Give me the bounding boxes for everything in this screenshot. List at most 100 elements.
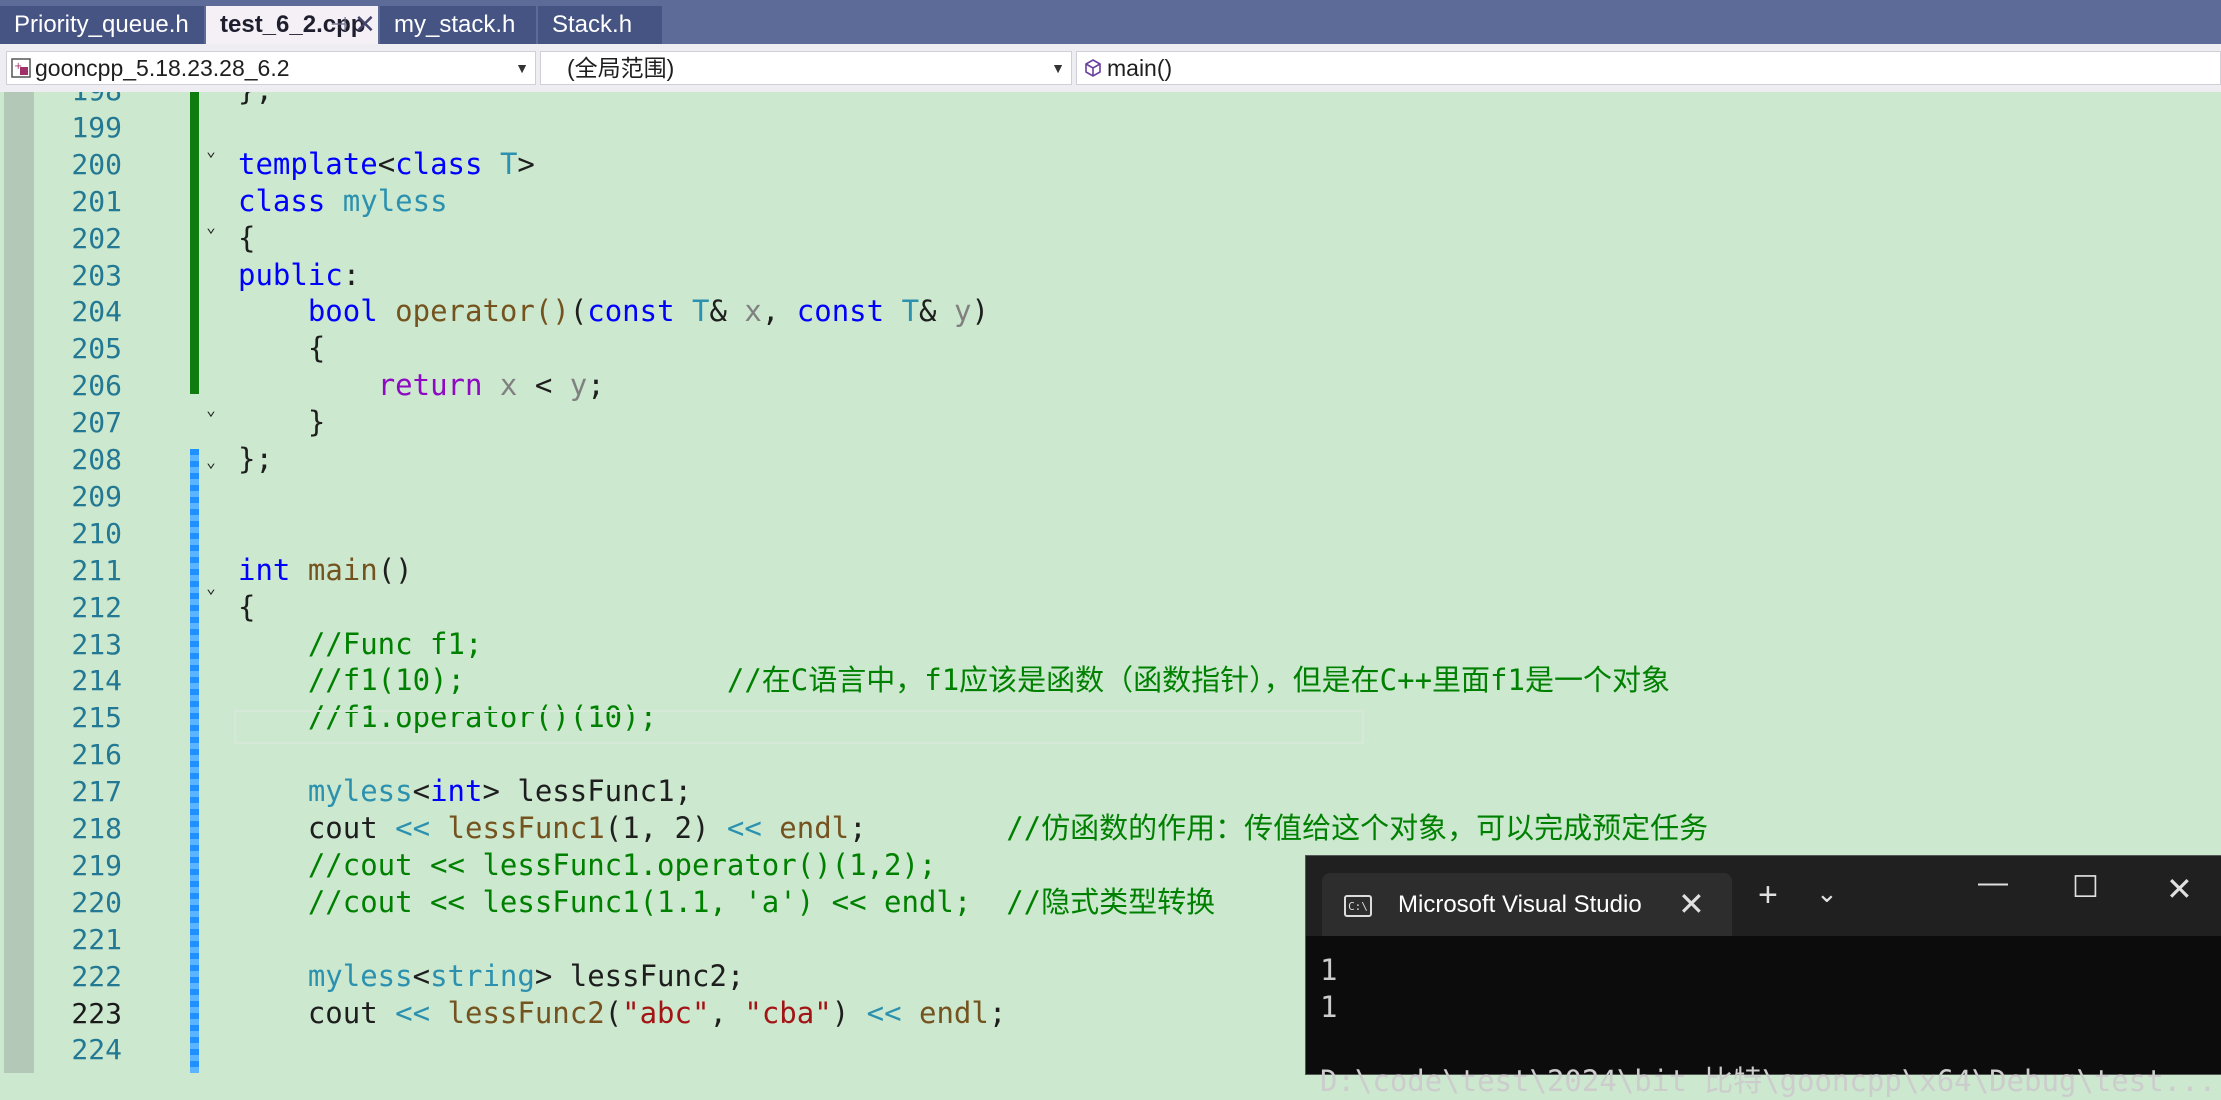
code-line[interactable]: 217 myless<int> lessFunc1; xyxy=(0,773,2221,810)
maximize-icon[interactable]: ☐ xyxy=(2072,870,2099,905)
code-line[interactable]: 210 xyxy=(0,515,2221,552)
code-text: { xyxy=(238,589,255,626)
fold-chevron-icon[interactable]: ⌄ xyxy=(202,142,220,160)
code-line[interactable]: 211 int main() xyxy=(0,552,2221,589)
console-line: D:\code\test\2024\bit 比特\gooncpp\x64\Deb… xyxy=(1320,1064,2217,1098)
code-token: y xyxy=(953,294,972,329)
code-text: }; xyxy=(238,92,273,109)
chevron-down-icon[interactable]: ▼ xyxy=(515,52,529,84)
code-token: << xyxy=(395,811,431,845)
console-tab[interactable]: C:\ Microsoft Visual Studio ✕ xyxy=(1322,873,1732,936)
fold-chevron-icon[interactable]: ⌄ xyxy=(202,218,220,236)
fold-chevron-icon[interactable]: ⌄ xyxy=(202,453,220,471)
line-number: 215 xyxy=(71,701,122,735)
code-token: main xyxy=(307,552,378,587)
code-token: ) xyxy=(831,995,867,1030)
pin-icon[interactable]: ⊣ xyxy=(330,6,347,44)
code-token: ; xyxy=(849,811,1007,845)
code-line[interactable]: 209 xyxy=(0,478,2221,515)
code-line[interactable]: 206 return x < y; xyxy=(0,367,2221,404)
tab-label: Priority_queue.h xyxy=(14,11,189,38)
console-titlebar[interactable]: C:\ Microsoft Visual Studio ✕ + ⌄ — ☐ ✕ xyxy=(1306,856,2221,936)
tab-priority-queue[interactable]: Priority_queue.h xyxy=(0,6,206,44)
method-cube-icon xyxy=(1085,59,1101,77)
code-line[interactable]: 204 bool operator()(const T& x, const T&… xyxy=(0,293,2221,330)
unsaved-change-marker xyxy=(190,92,199,394)
tab-label: my_stack.h xyxy=(394,11,516,38)
close-window-icon[interactable]: ✕ xyxy=(2166,870,2193,908)
code-line[interactable]: 207 } xyxy=(0,404,2221,441)
code-text: template<class T> xyxy=(238,146,535,183)
code-token: lessFunc1 xyxy=(447,811,605,845)
code-token: //cout << lessFunc1(1.1, 'a') << endl; /… xyxy=(307,884,1216,919)
code-token: //f1(10); //在C语言中，f1应该是函数（函数指针），但是在C++里面… xyxy=(307,663,1670,698)
code-token: int xyxy=(430,774,483,809)
code-line[interactable]: 214 //f1(10); //在C语言中，f1应该是函数（函数指针），但是在C… xyxy=(0,662,2221,699)
tab-test-6-2[interactable]: test_6_2.cpp ⊣ ✕ xyxy=(206,6,380,46)
code-line[interactable]: 208}; xyxy=(0,441,2221,478)
code-line[interactable]: 205 { xyxy=(0,330,2221,367)
project-dropdown[interactable]: + gooncpp_5.18.23.28_6.2 ▼ xyxy=(6,51,536,85)
line-number: 222 xyxy=(71,959,122,993)
code-token: T xyxy=(499,146,518,181)
console-window[interactable]: C:\ Microsoft Visual Studio ✕ + ⌄ — ☐ ✕ … xyxy=(1305,855,2221,1098)
code-token: ; xyxy=(587,368,605,403)
code-line[interactable]: 199 xyxy=(0,109,2221,146)
code-line[interactable]: 218 cout << lessFunc1(1, 2) << endl; //仿… xyxy=(0,810,2221,847)
close-icon[interactable]: ✕ xyxy=(354,5,376,43)
code-token: endl xyxy=(779,811,850,845)
code-token: y xyxy=(569,368,588,403)
scope-dropdown[interactable]: (全局范围) ▼ xyxy=(540,51,1072,85)
code-text: myless<string> lessFunc2; xyxy=(238,958,745,995)
tab-stack[interactable]: Stack.h xyxy=(538,6,664,44)
line-number: 211 xyxy=(71,553,122,587)
code-token: , xyxy=(761,294,797,329)
code-token: bool xyxy=(307,294,378,329)
code-token: template xyxy=(238,146,378,181)
scope-name: (全局范围) xyxy=(567,55,675,81)
chevron-down-icon[interactable]: ▼ xyxy=(1051,52,1065,84)
tab-dropdown-chevron-icon[interactable]: ⌄ xyxy=(1816,878,1838,909)
code-line[interactable]: 198}; xyxy=(0,92,2221,109)
fold-chevron-icon[interactable]: ⌄ xyxy=(202,579,220,597)
line-number: 199 xyxy=(71,110,122,144)
code-line[interactable]: 213 //Func f1; xyxy=(0,626,2221,663)
tab-label: Stack.h xyxy=(552,11,633,38)
fold-chevron-icon[interactable]: ⌄ xyxy=(202,401,220,419)
line-number: 200 xyxy=(71,147,122,181)
code-token: class xyxy=(395,146,483,181)
code-token: myless xyxy=(342,183,448,218)
member-dropdown[interactable]: main() xyxy=(1076,51,2221,85)
code-line[interactable]: 212 { xyxy=(0,589,2221,626)
code-token: << xyxy=(395,995,431,1030)
code-line[interactable]: 202 { xyxy=(0,220,2221,257)
code-token: & xyxy=(709,294,745,329)
code-token: "cba" xyxy=(744,995,832,1030)
tab-my-stack[interactable]: my_stack.h xyxy=(380,6,538,44)
navigation-bar: + gooncpp_5.18.23.28_6.2 ▼ (全局范围) ▼ main… xyxy=(0,44,2221,93)
code-token: << xyxy=(726,811,762,845)
code-line[interactable]: 200 template<class T> xyxy=(0,146,2221,183)
code-token: > xyxy=(517,146,535,181)
code-token: cout xyxy=(238,811,396,845)
member-name: main() xyxy=(1107,55,1173,81)
line-number: 209 xyxy=(71,479,122,513)
code-line[interactable]: 203 public: xyxy=(0,257,2221,294)
code-token: & xyxy=(919,294,954,329)
line-number: 198 xyxy=(40,92,122,109)
code-text: { xyxy=(238,330,325,367)
code-text: bool operator()(const T& x, const T& y) xyxy=(238,293,989,330)
new-tab-plus-icon[interactable]: + xyxy=(1758,876,1778,915)
code-token: } xyxy=(238,405,326,440)
code-line[interactable]: 201 class myless xyxy=(0,183,2221,220)
code-token: > lessFunc2; xyxy=(534,958,745,993)
code-token: ) xyxy=(971,294,989,329)
close-tab-icon[interactable]: ✕ xyxy=(1678,885,1705,923)
minimize-icon[interactable]: — xyxy=(1978,866,2008,900)
